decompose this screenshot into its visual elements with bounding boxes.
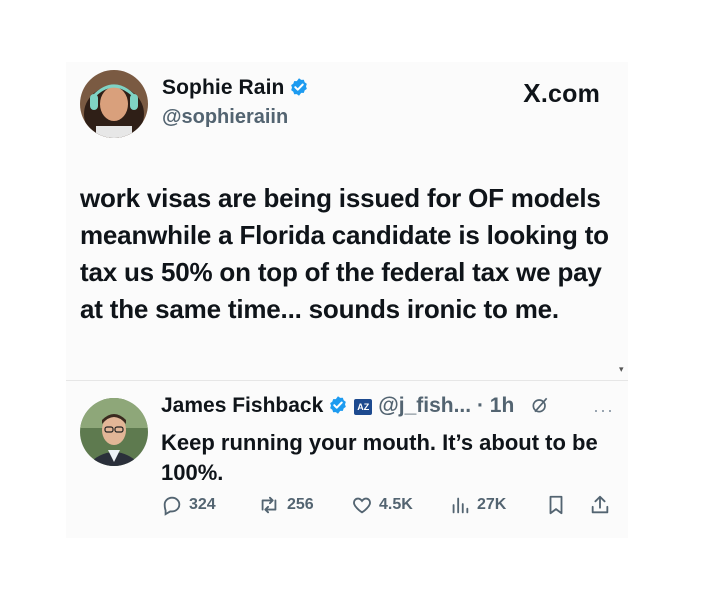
share-icon	[591, 495, 609, 514]
tweet-card: Sophie Rain @sophieraiin X.com work visa…	[66, 62, 628, 538]
bookmark-button[interactable]	[545, 494, 567, 516]
share-button[interactable]	[589, 494, 611, 516]
author-name[interactable]: Sophie Rain	[162, 76, 309, 103]
reply-icon	[163, 496, 181, 516]
x-logo-icon: X	[523, 78, 541, 108]
reply-button[interactable]: 324	[161, 494, 216, 516]
author-avatar[interactable]	[80, 70, 148, 138]
bookmark-icon	[549, 495, 563, 515]
verified-badge-icon	[289, 77, 309, 103]
tweet-text: work visas are being issued for OF model…	[80, 183, 609, 324]
views-button[interactable]: 27K	[449, 494, 506, 516]
like-count: 4.5K	[379, 496, 413, 513]
separator-dot: ·	[476, 394, 484, 417]
action-bar: 324 256 4.5K 27K	[161, 494, 621, 524]
author-handle[interactable]: @sophieraiin	[162, 106, 288, 129]
reply-author-handle[interactable]: @j_fish...	[378, 394, 471, 417]
repost-button[interactable]: 256	[257, 494, 314, 516]
like-button[interactable]: 4.5K	[351, 494, 413, 516]
reply-count: 324	[189, 496, 216, 513]
views-icon	[452, 497, 469, 514]
grok-icon[interactable]	[530, 395, 550, 421]
reply-timestamp[interactable]: 1h	[490, 394, 515, 417]
more-options-icon[interactable]: ···	[593, 400, 614, 421]
repost-icon	[261, 496, 277, 514]
divider	[66, 380, 628, 381]
verified-badge-icon	[328, 395, 348, 421]
like-icon	[353, 497, 371, 514]
reply-text: Keep running your mouth. It’s about to b…	[161, 430, 598, 485]
chevron-down-icon: ▾	[619, 364, 624, 374]
source-label: X.com	[523, 78, 600, 108]
reply-author-name[interactable]: James Fishback	[161, 394, 323, 417]
views-count: 27K	[477, 496, 507, 513]
reply-author-avatar[interactable]	[80, 398, 148, 466]
org-badge-icon: AZ	[354, 399, 373, 415]
reply-header: James Fishback AZ @j_fish... · 1h	[161, 394, 550, 421]
repost-count: 256	[287, 496, 314, 513]
